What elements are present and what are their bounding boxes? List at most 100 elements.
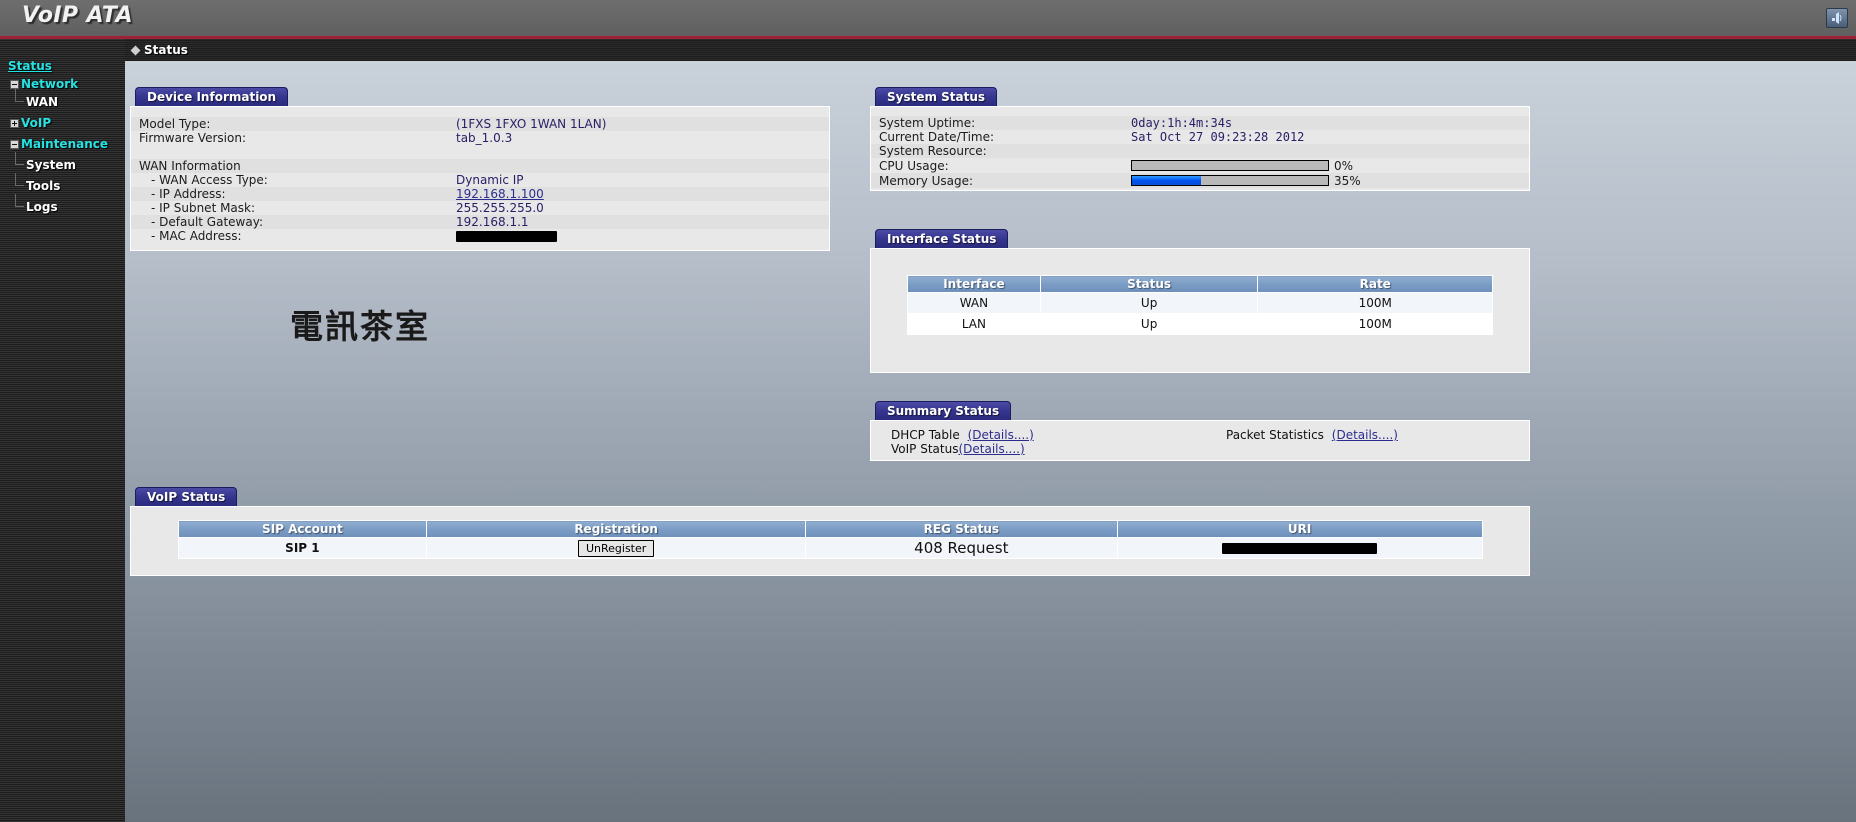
cell-status: Up [1039,313,1259,335]
app-header: VoIP ATA [0,0,1856,36]
system-status-body: System Uptime: 0day:1h:4m:34s Current Da… [870,106,1530,191]
system-uptime-label: System Uptime: [879,116,976,130]
main-content: Device Information Model Type: (1FXS 1FX… [125,61,1856,822]
column-rate: Rate [1257,275,1493,293]
diamond-bullet-icon [130,45,141,55]
wan-information-heading-row: WAN Information [131,159,829,173]
packet-statistics-details-link[interactable]: (Details....) [1332,428,1398,442]
sidebar-nav: Status Network WAN VoIP Maintenance Syst… [0,39,125,822]
column-status: Status [1039,275,1259,293]
voip-status-label: VoIP Status [891,442,959,456]
sidebar-item-label: System [26,158,76,172]
current-datetime-label: Current Date/Time: [879,130,995,144]
router-admin-page: VoIP ATA Status Status Network WAN VoIP … [0,0,1856,822]
expand-plus-icon[interactable] [10,118,19,128]
sidebar-item-wan[interactable]: WAN [0,89,125,111]
wan-access-type-value: Dynamic IP [456,173,524,187]
summary-status-tab: Summary Status [875,401,1012,420]
collapse-minus-icon[interactable] [10,79,19,89]
sidebar-item-tools[interactable]: Tools [0,173,125,195]
memory-usage-percent: 35% [1334,173,1361,188]
ip-subnet-mask-value: 255.255.255.0 [456,201,544,215]
voip-status-details-link[interactable]: (Details....) [958,442,1024,456]
sidebar-item-system[interactable]: System [0,152,125,174]
table-header-row: SIP Account Registration REG Status URI [177,520,1483,538]
column-sip-account: SIP Account [177,520,428,538]
tree-elbow-icon [15,152,24,165]
cpu-usage-progressbar [1131,160,1329,171]
wan-access-type-label: - WAN Access Type: [151,173,268,187]
memory-usage-row: Memory Usage: 35% [871,173,1529,188]
signal-icon[interactable] [1826,8,1848,28]
wan-information-heading: WAN Information [139,159,241,173]
cell-status: Up [1039,292,1259,314]
system-status-panel: System Status System Uptime: 0day:1h:4m:… [870,86,1530,191]
dhcp-table-row: DHCP Table (Details....) [891,428,1226,442]
table-header-row: Interface Status Rate [907,275,1493,293]
system-status-tab: System Status [875,87,998,106]
packet-statistics-label: Packet Statistics [1226,428,1324,442]
sidebar-item-label: Status [8,59,52,73]
breadcrumb-label: Status [144,43,188,57]
default-gateway-label: - Default Gateway: [151,215,263,229]
ip-address-label: - IP Address: [151,187,226,201]
sidebar-item-voip[interactable]: VoIP [0,114,125,132]
sidebar-item-label: Tools [26,179,61,193]
breadcrumb-bar: Status [125,39,1856,61]
summary-right-column: Packet Statistics (Details....) [1226,428,1398,456]
ip-address-link[interactable]: 192.168.1.100 [456,187,544,201]
unregister-button[interactable]: UnRegister [577,539,655,557]
current-datetime-row: Current Date/Time: Sat Oct 27 09:23:28 2… [871,130,1529,144]
model-type-label: Model Type: [139,117,211,131]
voip-status-panel: VoIP Status SIP Account Registration REG… [130,486,1530,576]
voip-status-table: SIP Account Registration REG Status URI … [177,520,1483,559]
ip-subnet-mask-label: - IP Subnet Mask: [151,201,256,215]
system-resource-row: System Resource: [871,144,1529,158]
device-information-list: Model Type: (1FXS 1FXO 1WAN 1LAN) Firmwa… [131,117,829,243]
column-interface: Interface [907,275,1041,293]
packet-statistics-row: Packet Statistics (Details....) [1226,428,1398,442]
cell-interface: LAN [907,313,1041,335]
mac-address-row: - MAC Address: [131,229,829,243]
interface-status-panel: Interface Status Interface Status Rate W… [870,228,1530,373]
collapse-minus-icon[interactable] [10,139,19,149]
device-information-tab: Device Information [135,87,289,106]
table-row: SIP 1 UnRegister 408 Request [177,537,1483,559]
breadcrumb: Status [130,43,188,57]
memory-usage-label: Memory Usage: [879,173,974,188]
firmware-version-value: tab_1.0.3 [456,131,513,145]
voip-status-tab: VoIP Status [135,487,238,506]
dhcp-table-details-link[interactable]: (Details....) [968,428,1034,442]
sidebar-item-maintenance[interactable]: Maintenance [0,135,125,153]
column-uri: URI [1116,520,1483,538]
summary-status-body: DHCP Table (Details....) VoIP Status(Det… [870,420,1530,461]
system-status-list: System Uptime: 0day:1h:4m:34s Current Da… [871,116,1529,188]
default-gateway-value: 192.168.1.1 [456,215,529,229]
sidebar-item-label: Logs [26,200,58,214]
cpu-usage-percent: 0% [1334,158,1354,173]
sidebar-item-label: WAN [26,95,59,109]
sidebar-item-label: Network [21,77,79,91]
sidebar-item-logs[interactable]: Logs [0,194,125,216]
voip-status-row: VoIP Status(Details....) [891,442,1226,456]
firmware-version-label: Firmware Version: [139,131,246,145]
sidebar-item-label: VoIP [21,116,52,130]
ip-subnet-mask-row: - IP Subnet Mask: 255.255.255.0 [131,201,829,215]
system-uptime-row: System Uptime: 0day:1h:4m:34s [871,116,1529,130]
interface-status-body: Interface Status Rate WAN Up 100M LAN Up… [870,248,1530,373]
dhcp-table-label: DHCP Table [891,428,960,442]
cell-rate: 100M [1257,292,1493,314]
interface-status-table: Interface Status Rate WAN Up 100M LAN Up… [907,275,1493,335]
cell-rate: 100M [1257,313,1493,335]
app-logo: VoIP ATA [22,3,133,28]
cpu-usage-row: CPU Usage: 0% [871,158,1529,173]
cpu-usage-label: CPU Usage: [879,158,949,173]
cell-uri [1116,537,1483,559]
tree-elbow-icon [15,194,24,207]
summary-status-panel: Summary Status DHCP Table (Details....) … [870,400,1530,461]
sidebar-item-status[interactable]: Status [0,57,125,75]
uri-redacted [1222,543,1378,554]
ip-address-row: - IP Address: 192.168.1.100 [131,187,829,201]
model-type-row: Model Type: (1FXS 1FXO 1WAN 1LAN) [131,117,829,131]
summary-status-columns: DHCP Table (Details....) VoIP Status(Det… [891,428,1529,456]
